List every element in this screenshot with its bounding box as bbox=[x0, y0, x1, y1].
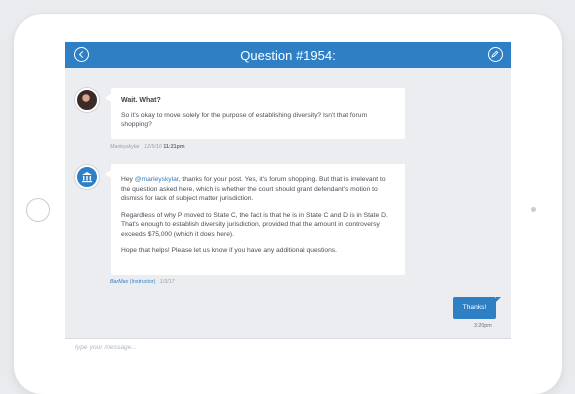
question-time: 11:21pm bbox=[163, 144, 185, 150]
message-input[interactable]: type your message... bbox=[75, 344, 137, 351]
answer-paragraph-1: Hey @marleyskylar, thanks for your post.… bbox=[121, 175, 395, 204]
camera-dot bbox=[531, 207, 536, 212]
answer-paragraph-2: Regardless of why P moved to State C, th… bbox=[121, 211, 388, 238]
answer-paragraph-3: Hope that helps! Please let us know if y… bbox=[121, 247, 337, 254]
question-title: Wait. What? bbox=[121, 97, 161, 104]
institution-icon bbox=[82, 172, 92, 183]
question-author: Marleyskylar bbox=[110, 144, 140, 150]
home-button bbox=[26, 198, 50, 222]
page-title: Question #1954: bbox=[240, 48, 336, 63]
answer-role: (Instructor) bbox=[129, 279, 156, 285]
answer-author: BarMax bbox=[110, 279, 129, 285]
message-composer[interactable]: type your message... bbox=[65, 338, 511, 377]
question-body: So it's okay to move solely for the purp… bbox=[121, 111, 368, 129]
answer-message: Hey @marleyskylar, thanks for your post.… bbox=[105, 164, 405, 275]
edit-icon[interactable] bbox=[488, 47, 503, 62]
chat-screen: Question #1954: Wait. What? So it's okay… bbox=[65, 42, 511, 377]
question-message: Wait. What? So it's okay to move solely … bbox=[105, 88, 405, 139]
answer-meta: BarMax (Instructor) 1/3/17 bbox=[110, 279, 175, 285]
user-avatar bbox=[75, 88, 99, 112]
answer-date: 1/3/17 bbox=[159, 279, 175, 285]
my-reply-time: 3:20pm bbox=[474, 323, 492, 329]
my-reply-bubble: Thanks! bbox=[453, 297, 501, 319]
instructor-avatar bbox=[75, 165, 99, 189]
question-meta: Marleyskylar 12/5/16 11:21pm bbox=[110, 144, 185, 150]
top-bar: Question #1954: bbox=[65, 42, 511, 68]
mention-link[interactable]: @marleyskylar bbox=[135, 176, 179, 183]
question-date: 12/5/16 bbox=[144, 144, 162, 150]
greeting-text: Hey bbox=[121, 176, 135, 183]
